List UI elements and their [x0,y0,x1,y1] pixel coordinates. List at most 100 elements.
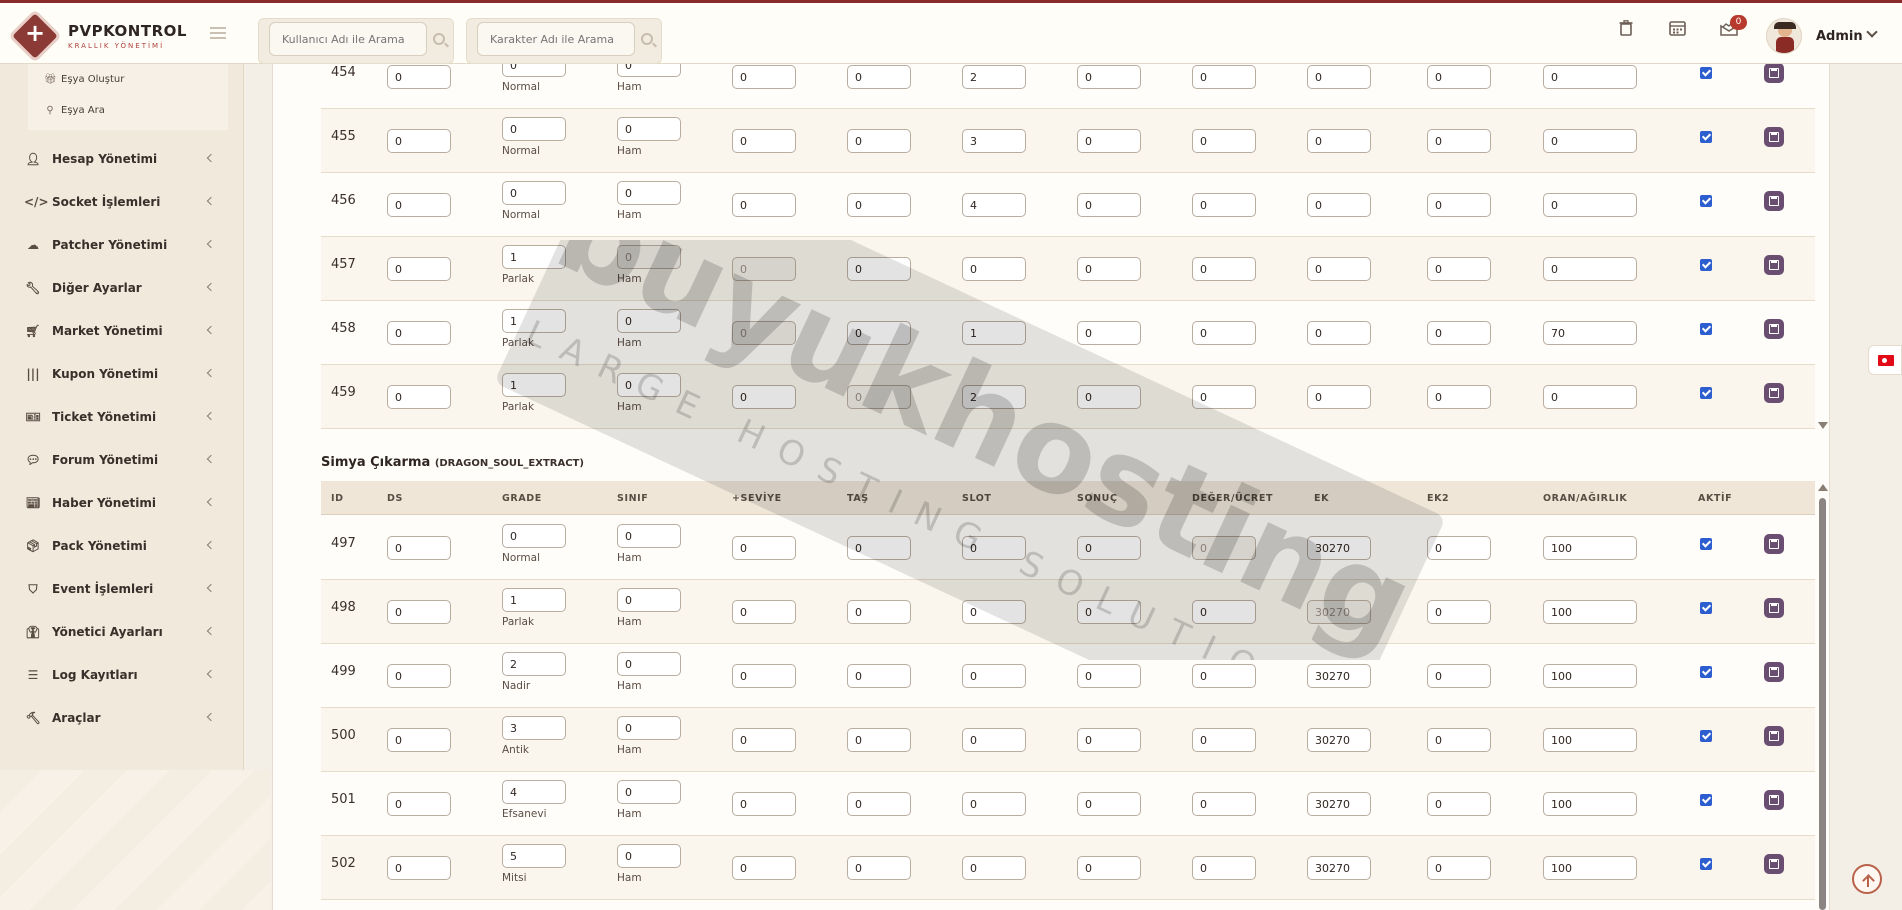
ek-input[interactable] [1307,792,1371,816]
save-icon[interactable] [1764,191,1784,211]
tas-input[interactable] [847,257,911,281]
character-search-input[interactable] [477,22,635,56]
seviye-input[interactable] [732,65,796,89]
ek-input[interactable] [1307,728,1371,752]
sonuc-input[interactable] [1077,728,1141,752]
chevron-down-icon[interactable] [1866,26,1878,38]
grade-input[interactable] [502,524,566,548]
ek2-input[interactable] [1427,728,1491,752]
seviye-input[interactable] [732,321,796,345]
save-icon[interactable] [1764,598,1784,618]
deger-input[interactable] [1192,129,1256,153]
column-header[interactable]: DS [387,493,403,504]
active-checkbox[interactable] [1700,387,1712,399]
slot-input[interactable] [962,792,1026,816]
sidebar-item-tools[interactable]: 🔨︎ Araçlar [24,706,220,730]
sidebar-item-news[interactable]: 📰︎ Haber Yönetimi [24,491,220,515]
grade-input[interactable] [502,780,566,804]
sinif-input[interactable] [617,309,681,333]
seviye-input[interactable] [732,193,796,217]
sonuc-input[interactable] [1077,129,1141,153]
sinif-input[interactable] [617,117,681,141]
seviye-input[interactable] [732,257,796,281]
oran-input[interactable] [1543,321,1637,345]
oran-input[interactable] [1543,257,1637,281]
sidebar-item-patcher[interactable]: ☁︎ Patcher Yönetimi [24,233,220,257]
deger-input[interactable] [1192,856,1256,880]
ek2-input[interactable] [1427,257,1491,281]
sinif-input[interactable] [617,245,681,269]
slot-input[interactable] [962,65,1026,89]
grade-input[interactable] [502,716,566,740]
active-checkbox[interactable] [1700,858,1712,870]
sidebar-item-logs[interactable]: ☰ Log Kayıtları [24,663,220,687]
deger-input[interactable] [1192,728,1256,752]
ek2-input[interactable] [1427,129,1491,153]
tas-input[interactable] [847,65,911,89]
ek2-input[interactable] [1427,536,1491,560]
sidebar-subitem-search-item[interactable]: ⚲ Eşya Ara [44,100,105,120]
grade-input[interactable] [502,373,566,397]
tas-input[interactable] [847,664,911,688]
slot-input[interactable] [962,600,1026,624]
oran-input[interactable] [1543,600,1637,624]
sidebar-item-forum[interactable]: 💬︎ Forum Yönetimi [24,448,220,472]
slot-input[interactable] [962,321,1026,345]
ek-input[interactable] [1307,664,1371,688]
scrollbar-thumb[interactable] [1819,498,1826,910]
ek2-input[interactable] [1427,600,1491,624]
grade-input[interactable] [502,245,566,269]
grade-input[interactable] [502,588,566,612]
ek2-input[interactable] [1427,321,1491,345]
ds-input[interactable] [387,193,451,217]
sinif-input[interactable] [617,373,681,397]
search-icon[interactable] [433,33,445,45]
ek-input[interactable] [1307,536,1371,560]
tas-input[interactable] [847,385,911,409]
sidebar-item-ticket[interactable]: 🎫︎ Ticket Yönetimi [24,405,220,429]
save-icon[interactable] [1764,255,1784,275]
ek2-input[interactable] [1427,385,1491,409]
sonuc-input[interactable] [1077,385,1141,409]
column-header[interactable]: AKTİF [1698,493,1732,504]
active-checkbox[interactable] [1700,794,1712,806]
ek-input[interactable] [1307,129,1371,153]
back-to-top-icon[interactable] [1852,864,1882,894]
oran-input[interactable] [1543,129,1637,153]
deger-input[interactable] [1192,193,1256,217]
ek-input[interactable] [1307,856,1371,880]
ds-input[interactable] [387,792,451,816]
active-checkbox[interactable] [1700,602,1712,614]
oran-input[interactable] [1543,385,1637,409]
ds-input[interactable] [387,321,451,345]
sonuc-input[interactable] [1077,321,1141,345]
sinif-input[interactable] [617,588,681,612]
scroll-down-arrow-icon[interactable] [1818,422,1828,429]
save-icon[interactable] [1764,383,1784,403]
sidebar-item-pack[interactable]: 📦︎ Pack Yönetimi [24,534,220,558]
tas-input[interactable] [847,129,911,153]
sonuc-input[interactable] [1077,65,1141,89]
ek2-input[interactable] [1427,664,1491,688]
slot-input[interactable] [962,257,1026,281]
sidebar-item-event[interactable]: ⛉ Event İşlemleri [24,577,220,601]
ek-input[interactable] [1307,65,1371,89]
sonuc-input[interactable] [1077,536,1141,560]
deger-input[interactable] [1192,600,1256,624]
ds-input[interactable] [387,129,451,153]
sidebar-item-coupon[interactable]: ||| Kupon Yönetimi [24,362,220,386]
column-header[interactable]: +SEVİYE [732,493,782,504]
sinif-input[interactable] [617,844,681,868]
avatar[interactable] [1766,18,1802,54]
sidebar-item-other-settings[interactable]: 🔧︎ Diğer Ayarlar [24,276,220,300]
ds-input[interactable] [387,536,451,560]
seviye-input[interactable] [732,536,796,560]
sidebar-item-market[interactable]: 🛒︎ Market Yönetimi [24,319,220,343]
sonuc-input[interactable] [1077,257,1141,281]
save-icon[interactable] [1764,127,1784,147]
tas-input[interactable] [847,728,911,752]
deger-input[interactable] [1192,65,1256,89]
sinif-input[interactable] [617,716,681,740]
active-checkbox[interactable] [1700,730,1712,742]
oran-input[interactable] [1543,856,1637,880]
